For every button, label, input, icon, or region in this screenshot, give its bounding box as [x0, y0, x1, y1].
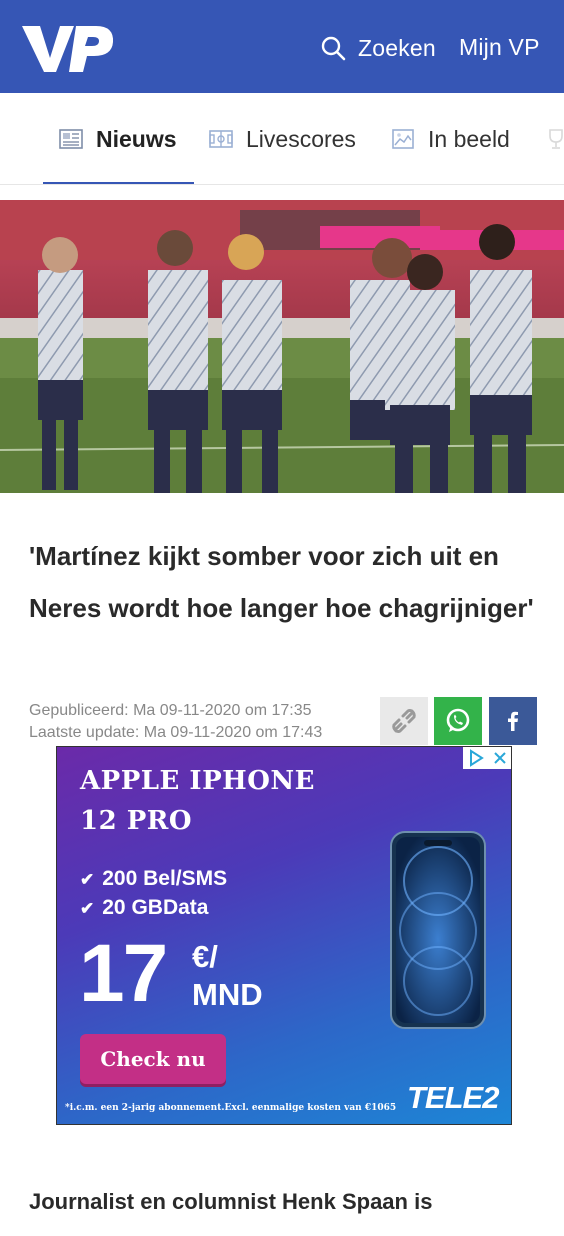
tab-label: Nieuws — [96, 125, 177, 152]
checkmark-icon: ✔ — [80, 870, 95, 889]
ad-headline: APPLE IPHONE 12 PRO — [80, 766, 315, 836]
article-hero-image — [0, 200, 564, 493]
section-tabs: Nieuws Livescores In beeld — [0, 93, 564, 185]
copy-link-button[interactable] — [380, 697, 428, 745]
picture-icon — [392, 129, 414, 149]
ad-disclaimer: *i.c.m. een 2-jarig abonnement.Excl. een… — [65, 1103, 397, 1113]
pitch-icon — [209, 130, 233, 148]
search-label: Zoeken — [358, 34, 436, 61]
ad-feature-text: 200 Bel/SMS — [102, 867, 228, 890]
account-link[interactable]: Mijn VP — [459, 34, 540, 61]
tab-more[interactable] — [543, 93, 564, 184]
facebook-share-button[interactable] — [489, 697, 537, 745]
advertisement-banner[interactable]: APPLE IPHONE 12 PRO ✔ 200 Bel/SMS ✔ 20 GBD… — [56, 746, 512, 1125]
tab-in-beeld[interactable]: In beeld — [390, 93, 510, 184]
article-meta: Gepubliceerd: Ma 09-11-2020 om 17:35 Laa… — [29, 700, 322, 744]
top-bar: Zoeken Mijn VP — [0, 0, 564, 93]
close-icon[interactable] — [492, 750, 508, 766]
check-now-button[interactable]: Check nu — [80, 1034, 226, 1084]
whatsapp-share-button[interactable] — [434, 697, 482, 745]
tab-livescores[interactable]: Livescores — [208, 93, 356, 184]
link-icon — [392, 709, 416, 733]
whatsapp-icon — [446, 708, 470, 732]
trophy-icon — [549, 129, 563, 149]
tele2-logo: TELE2 — [407, 1080, 499, 1115]
ad-feature-text: 20 GBData — [102, 896, 209, 919]
newspaper-icon — [59, 129, 83, 149]
tab-label: Livescores — [246, 125, 356, 152]
ad-price: 17 €/ MND — [79, 933, 263, 1015]
ad-feature: ✔ 20 GBData — [80, 896, 208, 920]
article-title: 'Martínez kijkt somber voor zich uit en … — [29, 541, 534, 623]
price-period: MND — [192, 977, 263, 1012]
ad-feature: ✔ 200 Bel/SMS — [80, 867, 227, 891]
search-icon — [321, 36, 346, 61]
price-currency: €/ — [192, 939, 218, 974]
iphone-image — [390, 831, 486, 1029]
vp-logo[interactable] — [22, 22, 114, 76]
facebook-icon — [508, 711, 518, 731]
search-button[interactable]: Zoeken — [320, 30, 436, 66]
content-fade — [0, 1216, 564, 1236]
adchoices-icon — [469, 749, 484, 767]
checkmark-icon: ✔ — [80, 899, 95, 918]
tab-label: In beeld — [428, 125, 510, 152]
ad-choices-badge[interactable] — [463, 747, 511, 769]
article-lead: Journalist en columnist Henk Spaan is — [29, 1189, 433, 1214]
active-tab-indicator — [43, 182, 194, 184]
tab-nieuws[interactable]: Nieuws — [58, 93, 177, 184]
price-amount: 17 — [79, 928, 168, 1019]
updated-date: Laatste update: Ma 09-11-2020 om 17:43 — [29, 724, 323, 741]
published-date: Gepubliceerd: Ma 09-11-2020 om 17:35 — [29, 702, 312, 719]
